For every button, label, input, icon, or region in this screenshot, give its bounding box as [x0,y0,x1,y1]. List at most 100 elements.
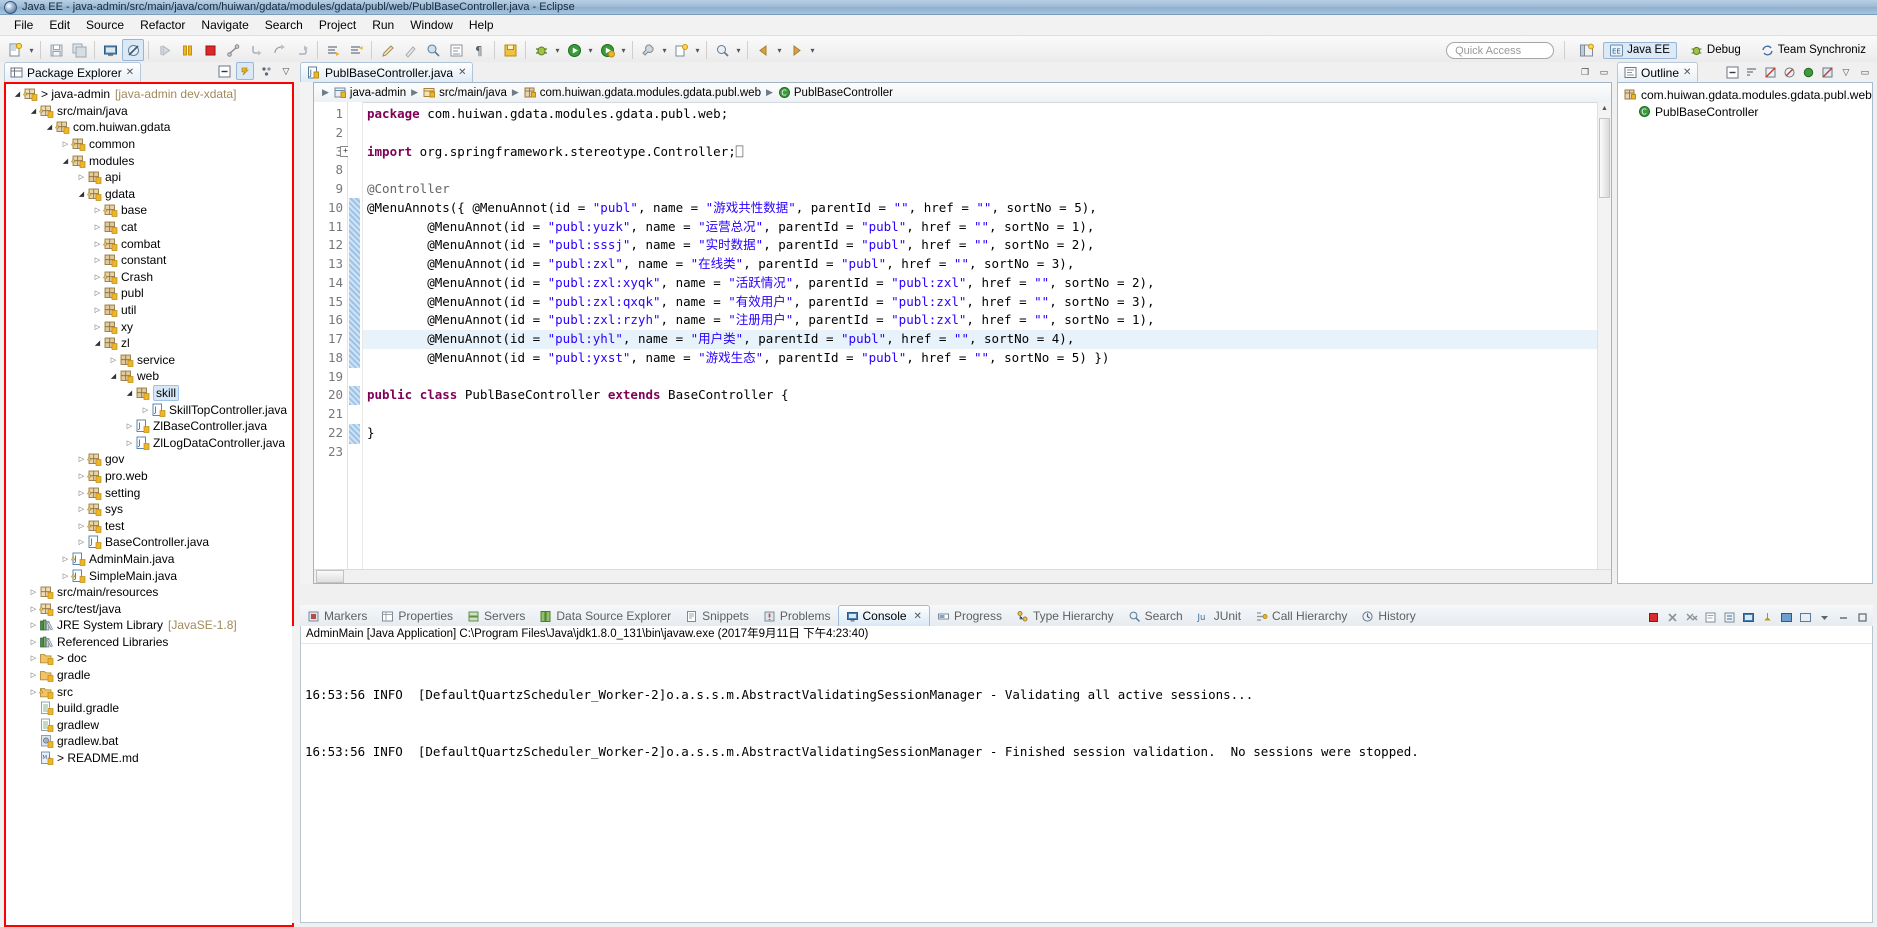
new-wizard-dropdown-icon[interactable]: ▾ [27,40,36,60]
code-line[interactable]: @MenuAnnot(id = "publ:zxl:rzyh", name = … [363,311,1611,330]
code-line[interactable]: @MenuAnnot(id = "publ:zxl:qxqk", name = … [363,293,1611,312]
bottom-tab-snippets[interactable]: Snippets [678,606,756,626]
open-console-icon[interactable] [99,39,121,61]
new-wizard-icon[interactable] [4,39,26,61]
menu-help[interactable]: Help [461,16,502,34]
tree-item-pro-web[interactable]: ▷ pro.web [6,468,292,485]
tree-item-src-test-java[interactable]: ▷ src/test/java [6,600,292,617]
menu-file[interactable]: File [6,16,41,34]
tree-item-com-huiwan-gdata[interactable]: ◢ com.huiwan.gdata [6,119,292,136]
code-line[interactable] [363,405,1611,424]
remove-all-launches-icon[interactable] [1683,609,1699,625]
run-icon[interactable] [563,39,585,61]
chevron-right-icon[interactable]: ▷ [124,437,135,448]
chevron-down-icon[interactable]: ◢ [60,155,71,166]
close-icon[interactable]: ✕ [914,611,922,622]
outline-item-class[interactable]: C PublBaseController [1618,103,1872,120]
chevron-right-icon[interactable]: ▷ [28,686,39,697]
chevron-right-icon[interactable]: ▷ [76,172,87,183]
bottom-tab-problems[interactable]: Problems [756,606,838,626]
perspective-team-synchronizing[interactable]: Team Synchroniz [1754,42,1873,59]
new-java-dropdown-icon[interactable]: ▾ [693,40,702,60]
bottom-tab-search[interactable]: Search [1121,606,1190,626]
external-tools-dropdown-icon[interactable]: ▾ [660,40,669,60]
tree-item-web[interactable]: ◢ web [6,368,292,385]
breadcrumb-class-label[interactable]: PublBaseController [794,87,893,99]
bottom-tab-type-hierarchy[interactable]: Type Hierarchy [1009,606,1121,626]
close-icon[interactable]: ✕ [1683,67,1691,78]
chevron-right-icon[interactable]: ▷ [92,238,103,249]
breadcrumb-package-label[interactable]: com.huiwan.gdata.modules.gdata.publ.web [540,87,761,99]
chevron-down-icon[interactable]: ◢ [92,338,103,349]
tree-item-zllogdatacontroller-java[interactable]: ▷ J ZlLogDataController.java [6,434,292,451]
restore-icon[interactable]: ❐ [1577,64,1593,80]
collapse-all-icon[interactable] [1724,64,1740,80]
external-tools-icon[interactable] [637,39,659,61]
chevron-right-icon[interactable]: ▷ [28,620,39,631]
terminate-icon[interactable] [1645,609,1661,625]
code-line[interactable]: @MenuAnnots({ @MenuAnnot(id = "publ", na… [363,199,1611,218]
tree-item-readme-md[interactable]: M↓ > README.md [6,750,292,767]
menu-project[interactable]: Project [311,16,364,34]
view-menu-icon[interactable] [1816,609,1832,625]
code-editor[interactable]: 123+891011121314151617181920212223 packa… [314,102,1611,569]
view-menu-icon[interactable] [258,63,274,79]
tree-item-api[interactable]: ▷ api [6,169,292,186]
close-icon[interactable]: ✕ [126,67,134,78]
debug-icon[interactable] [530,39,552,61]
close-icon[interactable]: ✕ [458,67,466,78]
forward-navigation-icon[interactable] [785,39,807,61]
tree-item-src-main-resources[interactable]: ▷ src/main/resources [6,584,292,601]
tree-item-skill[interactable]: ◢ skill [6,384,292,402]
menu-navigate[interactable]: Navigate [193,16,256,34]
maximize-icon[interactable] [1854,609,1870,625]
tree-item-zlbasecontroller-java[interactable]: ▷ J ZlBaseController.java [6,418,292,435]
breadcrumb-source-folder-label[interactable]: src/main/java [439,87,507,99]
scroll-up-icon[interactable]: ▲ [1598,102,1611,115]
tree-item-service[interactable]: ▷ service [6,352,292,369]
step-into-icon[interactable] [245,39,267,61]
editor-vertical-scrollbar[interactable]: ▲ [1597,102,1611,569]
maximize-icon[interactable]: ▭ [1596,64,1612,80]
code-line[interactable]: import org.springframework.stereotype.Co… [363,143,1611,162]
code-line[interactable]: @MenuAnnot(id = "publ:zxl:xyqk", name = … [363,274,1611,293]
hide-nonpublic-icon[interactable] [1800,64,1816,80]
new-java-project-icon[interactable] [670,39,692,61]
tree-item-src[interactable]: ▷ src [6,683,292,700]
chevron-right-icon[interactable]: ▷ [124,421,135,432]
chevron-right-icon[interactable]: ▷ [76,454,87,465]
tree-item-gov[interactable]: ▷ gov [6,451,292,468]
forward-dropdown-icon[interactable]: ▾ [808,40,817,60]
tree-item-xy[interactable]: ▷ xy [6,318,292,335]
chevron-down-icon[interactable]: ◢ [44,122,55,133]
tree-item-modules[interactable]: ◢ modules [6,152,292,169]
previous-annotation-icon[interactable] [345,39,367,61]
code-line[interactable]: @Controller [363,180,1611,199]
hide-static-icon[interactable] [1781,64,1797,80]
tree-item-referenced-libraries[interactable]: ▷ Referenced Libraries [6,634,292,651]
back-dropdown-icon[interactable]: ▾ [775,40,784,60]
clear-console-icon[interactable] [1702,609,1718,625]
tree-item-setting[interactable]: ▷ setting [6,484,292,501]
pin-console-icon[interactable] [1759,609,1775,625]
save-all-icon[interactable] [68,39,90,61]
code-line[interactable]: } [363,424,1611,443]
show-whitespace-icon[interactable]: ¶ [468,39,490,61]
run-as-dropdown-icon[interactable]: ▾ [619,40,628,60]
chevron-right-icon[interactable]: ▷ [108,354,119,365]
chevron-right-icon[interactable]: ▷ [76,537,87,548]
tree-item-sys[interactable]: ▷ sys [6,501,292,518]
menu-refactor[interactable]: Refactor [132,16,193,34]
chevron-right-icon[interactable]: ▷ [76,470,87,481]
bottom-tab-history[interactable]: History [1354,606,1422,626]
debug-dropdown-icon[interactable]: ▾ [553,40,562,60]
tree-item-gradle[interactable]: ▷ gradle [6,667,292,684]
chevron-right-icon[interactable]: ▷ [92,222,103,233]
chevron-right-icon[interactable]: ▷ [60,139,71,150]
bottom-tab-call-hierarchy[interactable]: Call Hierarchy [1248,606,1354,626]
tree-item-src-main-java[interactable]: ◢ src/main/java [6,103,292,120]
last-edit-location-icon[interactable] [376,39,398,61]
search-toolbar-icon[interactable] [711,39,733,61]
chevron-right-icon[interactable]: ▷ [60,553,71,564]
back-navigation-icon[interactable] [752,39,774,61]
